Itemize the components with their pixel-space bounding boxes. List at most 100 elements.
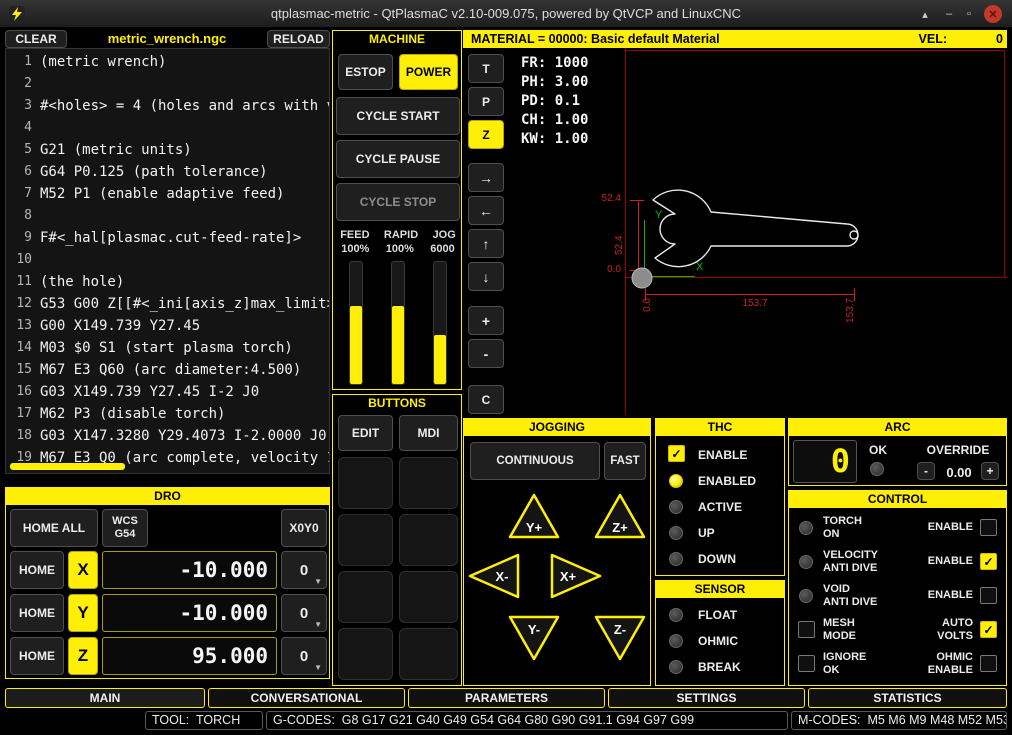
user-button-6[interactable]	[399, 571, 458, 623]
wcs-button[interactable]: WCS G54	[102, 509, 148, 547]
jog-y-plus-button[interactable]: Y+	[506, 491, 562, 541]
user-button-5[interactable]	[338, 571, 393, 623]
preview-plot[interactable]: 52.4 52.4 0.0 0.0 153.7 153.7 Y X FR: 10…	[463, 48, 1007, 415]
material-bar: MATERIAL = 00000: Basic default Material…	[463, 30, 1007, 48]
home-z-button[interactable]: HOME	[10, 637, 64, 675]
home-all-button[interactable]: HOME ALL	[10, 509, 98, 547]
power-button[interactable]: POWER	[399, 54, 458, 90]
pan-right-button[interactable]: →	[468, 163, 504, 192]
jog-x-minus-button[interactable]: X-	[466, 551, 522, 601]
gcode-line[interactable]: 1(metric wrench)	[6, 51, 329, 73]
mesh-mode-checkbox[interactable]	[798, 621, 815, 638]
jog-z-plus-button[interactable]: Z+	[592, 491, 648, 541]
arrow-down-icon: ↓	[483, 269, 490, 285]
gcode-line[interactable]: 8	[6, 205, 329, 227]
gcode-line[interactable]: 7M52 P1 (enable adaptive feed)	[6, 183, 329, 205]
minimize-window-icon[interactable]: –	[940, 5, 958, 23]
gcode-line[interactable]: 5G21 (metric units)	[6, 139, 329, 161]
zoom-in-button[interactable]: +	[468, 306, 504, 335]
xy-zero-button[interactable]: X0Y0	[281, 509, 327, 547]
jog-continuous-button[interactable]: CONTINUOUS	[470, 442, 600, 480]
view-perspective-button[interactable]: P	[468, 87, 504, 116]
pan-left-button[interactable]: ←	[468, 196, 504, 225]
gcode-line[interactable]: 12G53 G00 Z[[#<_ini[axis_z]max_limit> - …	[6, 293, 329, 315]
z-offset-dropdown[interactable]: 0 ▼	[281, 637, 327, 675]
arc-override-label: OVERRIDE	[917, 443, 999, 457]
tab-conversational[interactable]: CONVERSATIONAL	[208, 688, 405, 708]
ohmic-enable-checkbox[interactable]	[980, 655, 997, 672]
close-window-icon[interactable]: ✕	[984, 5, 1002, 23]
home-y-button[interactable]: HOME	[10, 594, 64, 632]
jog-x-plus-button[interactable]: X+	[548, 551, 604, 601]
shade-window-icon[interactable]: ▴	[916, 5, 934, 23]
gcode-line[interactable]: 10	[6, 249, 329, 271]
gcode-line[interactable]: 2	[6, 73, 329, 95]
material-selector[interactable]: MATERIAL = 00000: Basic default Material	[471, 32, 919, 46]
gcode-line[interactable]: 18G03 X147.3280 Y29.4073 I-2.0000 J0.000…	[6, 425, 329, 447]
jog-z-minus-button[interactable]: Z-	[592, 613, 648, 663]
gcode-line[interactable]: 6G64 P0.125 (path tolerance)	[6, 161, 329, 183]
view-top-button[interactable]: T	[468, 54, 504, 83]
axis-x-label: X	[68, 551, 98, 589]
clear-plot-button[interactable]: C	[468, 385, 504, 414]
gcode-line[interactable]: 16G03 X149.739 Y27.45 I-2 J0	[6, 381, 329, 403]
user-button-4[interactable]	[399, 514, 458, 566]
window-title: qtplasmac-metric - QtPlasmaC v2.10-009.0…	[0, 0, 1012, 28]
gcode-line[interactable]: 13G00 X149.739 Y27.45	[6, 315, 329, 337]
user-button-3[interactable]	[338, 514, 393, 566]
rapid-label: RAPID	[384, 229, 418, 241]
estop-button[interactable]: ESTOP	[338, 54, 393, 90]
jog-y-minus-button[interactable]: Y-	[506, 613, 562, 663]
maximize-window-icon[interactable]: ▫	[960, 5, 978, 23]
y-offset-dropdown[interactable]: 0 ▼	[281, 594, 327, 632]
gcode-line-text: M52 P1 (enable adaptive feed)	[40, 183, 284, 205]
gcode-line[interactable]: 15M67 E3 Q60 (arc diameter:4.500)	[6, 359, 329, 381]
tab-statistics[interactable]: STATISTICS	[808, 688, 1007, 708]
tab-main[interactable]: MAIN	[5, 688, 205, 708]
view-z-button[interactable]: Z	[468, 120, 504, 149]
user-button-7[interactable]	[338, 628, 393, 680]
horizontal-scrollbar[interactable]	[10, 463, 125, 470]
zoom-out-button[interactable]: -	[468, 339, 504, 368]
gcode-editor[interactable]: 1(metric wrench)23#<holes> = 4 (holes an…	[5, 48, 330, 474]
thc-enable-label: ENABLE	[698, 448, 747, 462]
feed-rate-readout: FR: 1000	[521, 54, 588, 73]
gcode-line[interactable]: 3#<holes> = 4 (holes and arcs with veloc…	[6, 95, 329, 117]
dro-panel: DRO HOME ALL WCS G54 X0Y0 HOME X -10.000…	[5, 487, 330, 679]
thc-enable-checkbox[interactable]	[668, 445, 685, 462]
cycle-stop-button[interactable]: CYCLE STOP	[336, 183, 460, 221]
user-button-8[interactable]	[399, 628, 458, 680]
cycle-start-button[interactable]: CYCLE START	[336, 97, 460, 135]
velocity-anti-dive-label: VELOCITYANTI DIVE	[823, 549, 878, 575]
mdi-button[interactable]: MDI	[399, 415, 458, 451]
gcode-line[interactable]: 9F#<_hal[plasmac.cut-feed-rate]>	[6, 227, 329, 249]
torch-enable-checkbox[interactable]	[980, 519, 997, 536]
cycle-pause-button[interactable]: CYCLE PAUSE	[336, 140, 460, 178]
tab-settings[interactable]: SETTINGS	[608, 688, 805, 708]
auto-volts-checkbox[interactable]	[980, 621, 997, 638]
velocity-enable-checkbox[interactable]	[980, 553, 997, 570]
feed-override-slider[interactable]	[349, 261, 363, 385]
tab-parameters[interactable]: PARAMETERS	[408, 688, 605, 708]
ignore-ok-checkbox[interactable]	[798, 655, 815, 672]
jog-speed-slider[interactable]	[433, 261, 447, 385]
gcode-line[interactable]: 17M62 P3 (disable torch)	[6, 403, 329, 425]
edit-button[interactable]: EDIT	[338, 415, 393, 451]
override-decrease-button[interactable]: -	[917, 462, 935, 480]
rapid-override-slider[interactable]	[391, 261, 405, 385]
override-increase-button[interactable]: +	[981, 462, 999, 480]
clear-button[interactable]: CLEAR	[5, 30, 67, 48]
jog-fast-button[interactable]: FAST	[604, 442, 646, 480]
gcode-line[interactable]: 11(the hole)	[6, 271, 329, 293]
gcode-line[interactable]: 4	[6, 117, 329, 139]
feed-slider-fill	[350, 306, 362, 384]
pan-up-button[interactable]: ↑	[468, 229, 504, 258]
gcode-line[interactable]: 14M03 $0 S1 (start plasma torch)	[6, 337, 329, 359]
user-button-1[interactable]	[338, 457, 393, 509]
void-enable-checkbox[interactable]	[980, 587, 997, 604]
user-button-2[interactable]	[399, 457, 458, 509]
pan-down-button[interactable]: ↓	[468, 262, 504, 291]
x-offset-dropdown[interactable]: 0 ▼	[281, 551, 327, 589]
reload-button[interactable]: RELOAD	[267, 30, 330, 48]
home-x-button[interactable]: HOME	[10, 551, 64, 589]
